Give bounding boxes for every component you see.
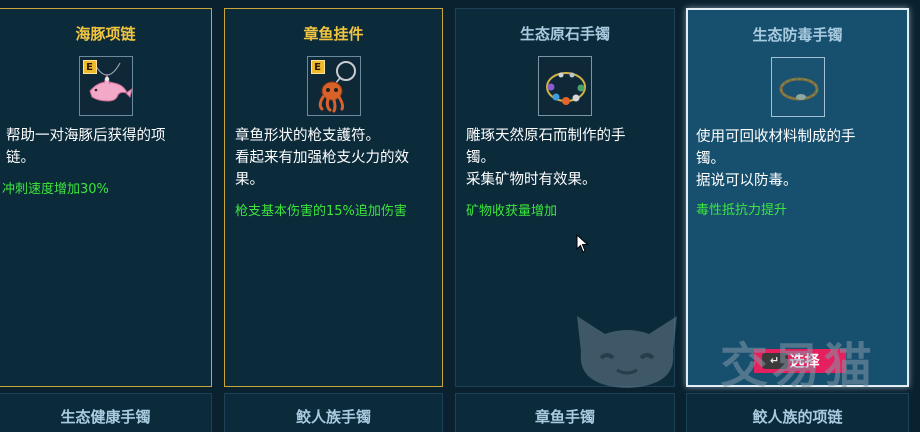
rarity-badge: E	[82, 60, 97, 74]
card-effect: 枪支基本伤害的15%追加伤害	[235, 204, 407, 219]
card-title: 生态健康手镯	[60, 408, 151, 426]
item-icon-frame: E	[306, 56, 361, 116]
card-description: 章鱼形状的枪支護符。 看起来有加强枪支火力的效 果。	[235, 128, 409, 188]
card-effect: 毒性抵抗力提升	[696, 203, 788, 218]
card-description: 雕琢天然原石而制作的手 镯。 采集矿物时有效果。	[466, 128, 626, 188]
enter-key-icon: ↵	[761, 353, 788, 369]
card-title: 生态防毒手镯	[752, 26, 843, 44]
card-effect: 冲刺速度增加30%	[2, 182, 109, 197]
item-icon-frame	[538, 56, 592, 116]
item-card-merfolk-bracelet[interactable]: 鲛人族手镯	[224, 393, 443, 432]
select-button[interactable]: ↵ 选择	[753, 349, 846, 373]
item-icon-frame	[770, 57, 825, 117]
item-card-dolphin-necklace[interactable]: 海豚项链 E 帮助一对海豚后获得的项 链。 冲刺速度增加30%	[0, 8, 212, 387]
item-card-octopus-bracelet[interactable]: 章鱼手镯	[455, 393, 675, 432]
item-card-merfolk-necklace[interactable]: 鲛人族的项链	[686, 393, 909, 432]
item-card-gemstone-bracelet[interactable]: 生态原石手镯 雕琢天然原石而制作的手 镯。 采集矿物时有效果。 矿物收获量增加	[455, 8, 675, 387]
card-title: 鲛人族手镯	[295, 408, 371, 426]
card-title: 生态原石手镯	[519, 25, 610, 43]
card-title: 章鱼挂件	[303, 25, 364, 43]
mouse-cursor-icon	[576, 234, 589, 253]
item-icon-frame: E	[78, 56, 133, 116]
item-card-eco-health-bracelet[interactable]: 生态健康手镯	[0, 393, 212, 432]
antidote-bracelet-icon	[779, 77, 818, 101]
select-button-label: 选择	[789, 352, 820, 370]
gemstone-bracelet-icon	[546, 72, 586, 105]
card-title: 鲛人族的项链	[752, 408, 843, 426]
card-description: 使用可回收材料制成的手 镯。 据说可以防毒。	[696, 129, 856, 189]
item-card-antidote-bracelet[interactable]: 生态防毒手镯 使用可回收材料制成的手 镯。 据说可以防毒。 毒性抵抗力提升 ↵ …	[686, 8, 909, 387]
card-effect: 矿物收获量增加	[466, 204, 558, 219]
rarity-badge: E	[310, 60, 325, 74]
card-title: 海豚项链	[75, 25, 136, 43]
card-title: 章鱼手镯	[534, 408, 595, 426]
item-card-octopus-charm[interactable]: 章鱼挂件 E 章鱼形状的枪支護符。 看起来有加强枪支火力的效 果。 枪支基本伤害…	[224, 8, 443, 387]
card-description: 帮助一对海豚后获得的项 链。	[6, 128, 166, 166]
